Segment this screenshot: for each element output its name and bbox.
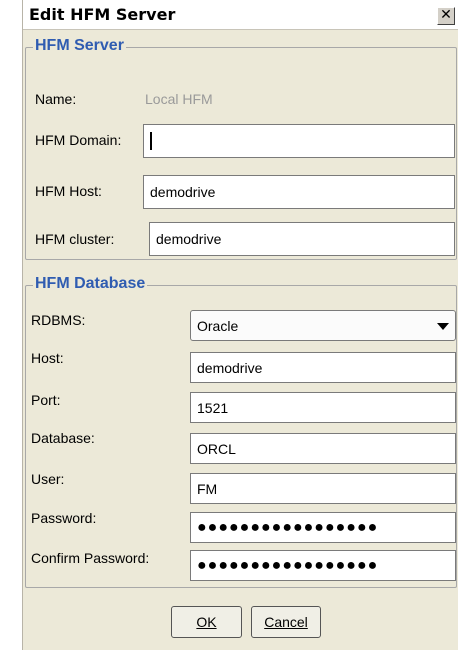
hfm-host-input[interactable]: demodrive bbox=[143, 175, 455, 209]
hfm-database-group-title: HFM Database bbox=[33, 275, 148, 293]
confirm-password-value: ●●●●●●●●●●●●●●●●● bbox=[197, 556, 379, 574]
hfm-cluster-label: HFM cluster: bbox=[35, 231, 115, 247]
name-label: Name: bbox=[35, 91, 77, 107]
password-label: Password: bbox=[31, 510, 97, 526]
hfm-domain-label: HFM Domain: bbox=[35, 132, 122, 148]
user-input[interactable]: FM bbox=[190, 473, 456, 504]
rdbms-select[interactable]: Oracle bbox=[190, 310, 456, 341]
hfm-host-label: HFM Host: bbox=[35, 183, 102, 199]
rdbms-label: RDBMS: bbox=[31, 312, 86, 328]
hfm-domain-input[interactable] bbox=[143, 124, 455, 158]
confirm-password-label: Confirm Password: bbox=[31, 550, 150, 566]
close-icon[interactable]: ✕ bbox=[437, 7, 455, 25]
confirm-password-input[interactable]: ●●●●●●●●●●●●●●●●● bbox=[190, 550, 456, 581]
port-value: 1521 bbox=[197, 399, 229, 416]
database-input[interactable]: ORCL bbox=[190, 433, 456, 464]
text-caret bbox=[150, 132, 152, 150]
edit-hfm-server-dialog: Edit HFM Server ✕ HFM Server Name: Local… bbox=[22, 0, 458, 650]
name-value: Local HFM bbox=[145, 91, 213, 107]
host-input[interactable]: demodrive bbox=[190, 352, 456, 383]
chevron-down-icon[interactable] bbox=[437, 323, 449, 330]
hfm-server-group-title: HFM Server bbox=[33, 37, 126, 55]
title-bar: Edit HFM Server ✕ bbox=[23, 0, 458, 30]
cancel-button[interactable]: Cancel bbox=[251, 606, 321, 638]
user-label: User: bbox=[31, 471, 65, 487]
database-value: ORCL bbox=[197, 440, 236, 457]
ok-button[interactable]: OK bbox=[171, 606, 242, 638]
host-value: demodrive bbox=[197, 359, 263, 376]
rdbms-selected-value: Oracle bbox=[197, 317, 239, 334]
database-label: Database: bbox=[31, 430, 95, 446]
user-value: FM bbox=[197, 480, 218, 497]
hfm-cluster-input[interactable]: demodrive bbox=[149, 222, 455, 256]
password-value: ●●●●●●●●●●●●●●●●● bbox=[197, 518, 379, 536]
hfm-host-value: demodrive bbox=[150, 184, 216, 200]
port-label: Port: bbox=[31, 392, 61, 408]
port-input[interactable]: 1521 bbox=[190, 392, 456, 423]
hfm-cluster-value: demodrive bbox=[156, 231, 222, 247]
password-input[interactable]: ●●●●●●●●●●●●●●●●● bbox=[190, 512, 456, 543]
dialog-title: Edit HFM Server bbox=[29, 5, 176, 24]
host-label: Host: bbox=[31, 350, 64, 366]
